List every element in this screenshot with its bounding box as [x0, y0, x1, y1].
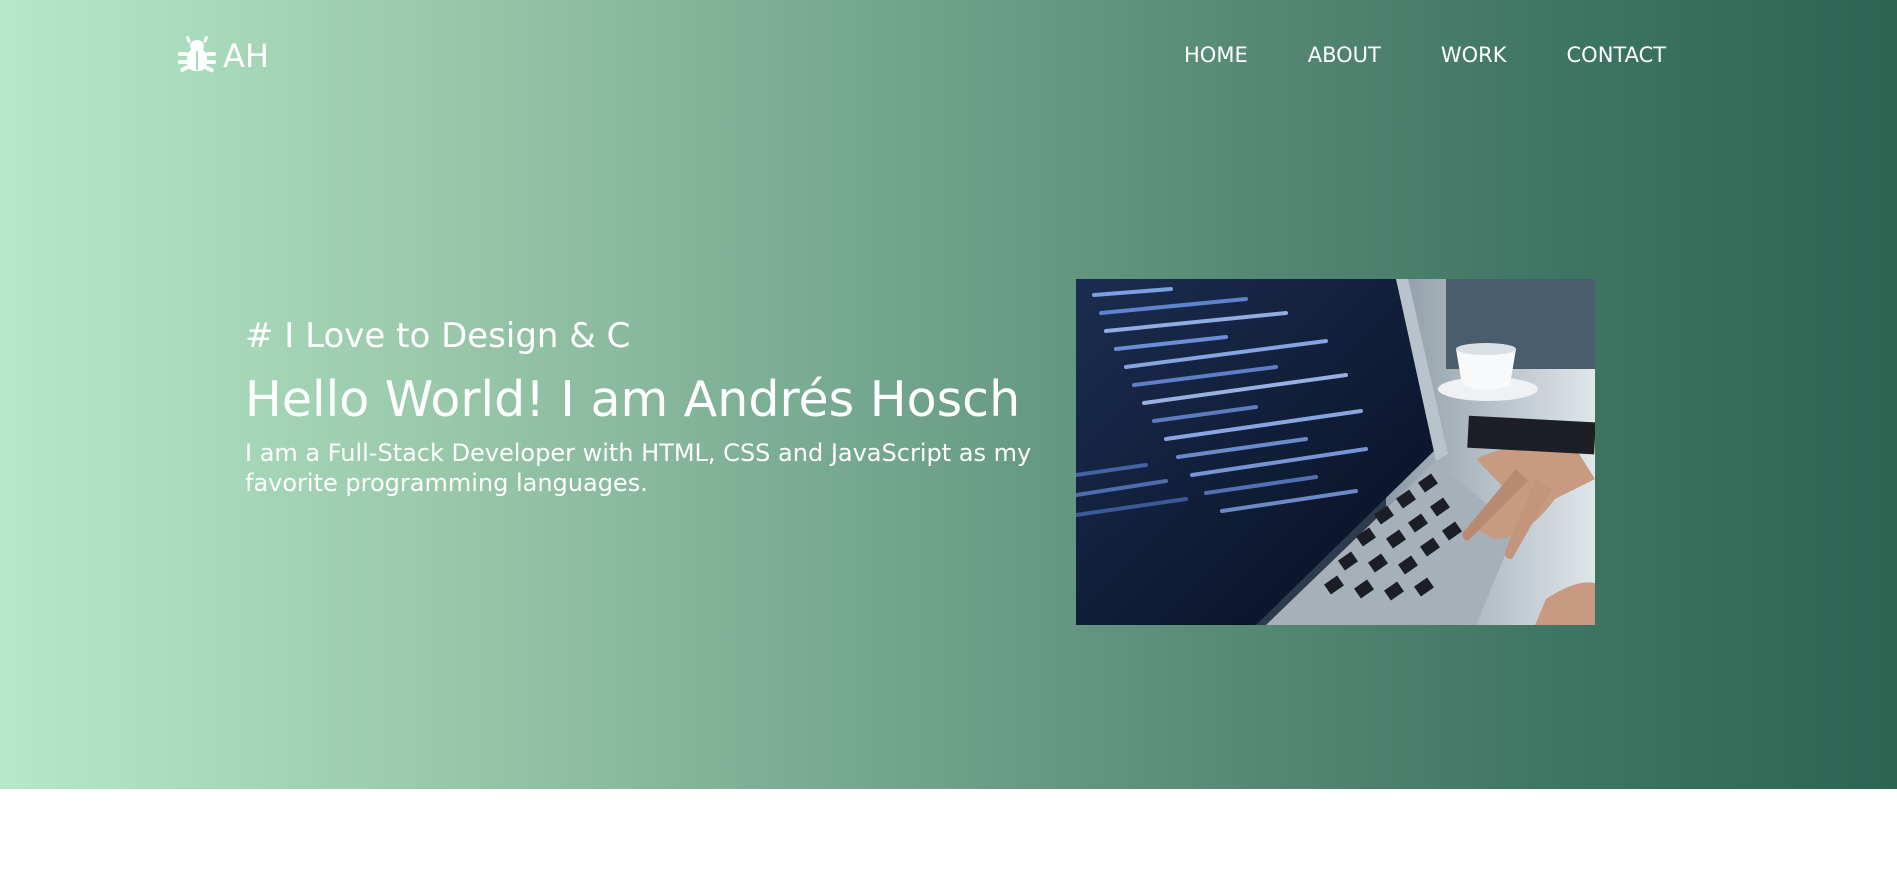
page-body [0, 789, 1897, 882]
logo-text: AH [223, 37, 269, 75]
bug-icon [178, 36, 216, 73]
top-nav: HOME ABOUT WORK CONTACT [1184, 40, 1666, 70]
logo[interactable]: AH [178, 36, 269, 76]
nav-work-link[interactable]: WORK [1441, 40, 1507, 70]
laptop-code-photo [1076, 279, 1595, 625]
hero-subtitle: I am a Full-Stack Developer with HTML, C… [245, 439, 1032, 497]
nav-contact-link[interactable]: CONTACT [1567, 40, 1667, 70]
hero-tagline: # I Love to Design & C [245, 316, 631, 356]
hero-headline: Hello World! I am Andrés Hosch [245, 371, 1021, 428]
nav-about-link[interactable]: ABOUT [1308, 40, 1381, 70]
nav-home-link[interactable]: HOME [1184, 40, 1248, 70]
